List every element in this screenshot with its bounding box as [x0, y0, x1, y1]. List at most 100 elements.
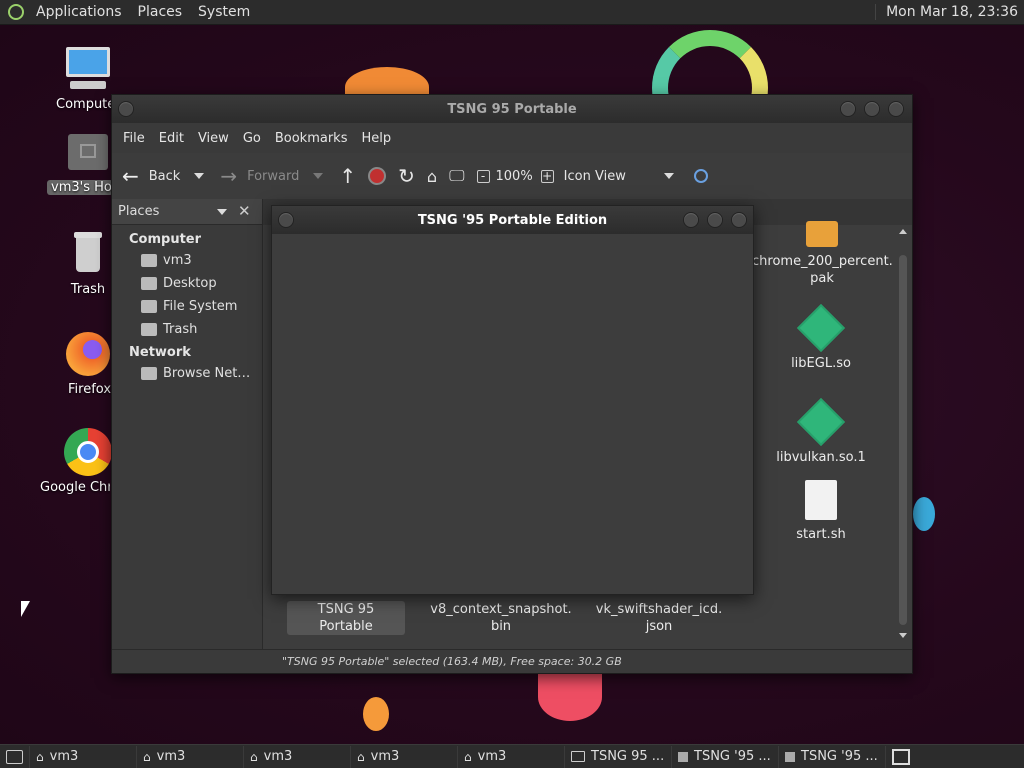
menu-view[interactable]: View [191, 131, 236, 146]
search-icon[interactable] [693, 169, 708, 183]
app-close-button[interactable] [731, 212, 747, 228]
up-arrow-icon[interactable]: ↑ [339, 164, 356, 188]
home-folder-icon: ⌂ [357, 749, 365, 764]
folder-icon [806, 221, 838, 247]
menu-edit[interactable]: Edit [152, 131, 191, 146]
home-folder-icon: ⌂ [464, 749, 472, 764]
sidebar-type-dropdown[interactable] [217, 209, 227, 215]
taskbar-item[interactable]: ⌂ vm3 [137, 745, 244, 768]
scroll-down-arrow[interactable] [899, 633, 907, 638]
back-button[interactable]: ← Back [122, 164, 180, 188]
app-window-titlebar[interactable]: TSNG '95 Portable Edition [272, 206, 753, 234]
file-item[interactable]: libEGL.so [751, 303, 891, 372]
script-icon [805, 480, 837, 520]
forward-history-dropdown[interactable] [313, 173, 324, 179]
home-folder-icon [141, 254, 157, 267]
view-mode-dropdown[interactable] [663, 173, 674, 179]
app-window-content[interactable] [272, 234, 753, 594]
trash-icon [141, 323, 157, 336]
show-desktop-button[interactable] [0, 745, 30, 768]
vertical-scrollbar[interactable] [898, 225, 908, 643]
workspace-switcher[interactable] [886, 746, 916, 768]
taskbar-item[interactable]: TSNG '95 ... [779, 745, 886, 768]
sidebar-item-trash[interactable]: Trash [112, 318, 262, 341]
app-window[interactable]: TSNG '95 Portable Edition [271, 205, 754, 595]
menu-go[interactable]: Go [236, 131, 268, 146]
home-folder-icon [64, 128, 112, 176]
trash-icon [64, 230, 112, 278]
zoom-level: 100% [495, 168, 533, 184]
places-sidebar: Places ✕ Computer vm3 Desktop File Syste… [112, 199, 263, 649]
menu-help[interactable]: Help [354, 131, 398, 146]
taskbar-item[interactable]: TSNG 95 ... [565, 745, 672, 768]
file-item[interactable]: libvulkan.so.1 [751, 397, 891, 466]
computer-icon[interactable]: 🖵 [449, 166, 464, 186]
wallpaper-pink-blob [538, 673, 602, 721]
distro-logo-icon[interactable] [8, 4, 24, 20]
top-panel: Applications Places System Mon Mar 18, 2… [0, 0, 1024, 25]
taskbar-item[interactable]: ⌂ vm3 [351, 745, 458, 768]
app-window-title: TSNG '95 Portable Edition [417, 212, 608, 228]
library-icon [796, 303, 846, 353]
taskbar-item[interactable]: TSNG '95 ... [672, 745, 779, 768]
file-item[interactable]: vk_swiftshader_icd. json [585, 601, 733, 635]
sidebar-close-icon[interactable]: ✕ [238, 202, 251, 220]
firefox-icon [64, 330, 112, 378]
close-button[interactable] [888, 101, 904, 117]
places-menu[interactable]: Places [130, 4, 191, 20]
scroll-up-arrow[interactable] [899, 229, 907, 234]
file-item-selected[interactable]: TSNG 95 Portable [287, 601, 405, 635]
status-bar: "TSNG 95 Portable" selected (163.4 MB), … [112, 649, 912, 673]
file-item[interactable]: start.sh [751, 480, 891, 543]
app-maximize-button[interactable] [707, 212, 723, 228]
home-folder-icon: ⌂ [250, 749, 258, 764]
applications-menu[interactable]: Applications [28, 4, 130, 20]
taskbar-item[interactable]: ⌂ vm3 [244, 745, 351, 768]
taskbar-item[interactable]: ⌂ vm3 [458, 745, 565, 768]
forward-button[interactable]: → Forward [220, 164, 299, 188]
sidebar-item-file-system[interactable]: File System [112, 295, 262, 318]
back-history-dropdown[interactable] [194, 173, 205, 179]
file-item[interactable]: chrome_200_percent. pak [752, 221, 893, 287]
maximize-button[interactable] [864, 101, 880, 117]
minimize-button[interactable] [840, 101, 856, 117]
scrollbar-thumb[interactable] [899, 255, 907, 625]
menu-file[interactable]: File [116, 131, 152, 146]
toolbar: ← Back → Forward ↑ ↻ ⌂ 🖵 - 100% + Icon V… [112, 153, 912, 199]
app-window-menu-button[interactable] [278, 212, 294, 228]
app-minimize-button[interactable] [683, 212, 699, 228]
library-icon [796, 397, 846, 447]
back-arrow-icon: ← [122, 164, 139, 188]
app-icon [785, 751, 795, 762]
reload-icon[interactable]: ↻ [398, 164, 415, 188]
sidebar-item-vm3[interactable]: vm3 [112, 249, 262, 272]
view-mode-select[interactable]: Icon View [564, 169, 650, 184]
sidebar-item-desktop[interactable]: Desktop [112, 272, 262, 295]
taskbar-item[interactable]: ⌂ vm3 [30, 745, 137, 768]
window-menu-button[interactable] [118, 101, 134, 117]
desktop-icon [6, 749, 23, 764]
desktop-folder-icon [141, 277, 157, 290]
computer-icon [64, 45, 112, 93]
mouse-cursor [21, 601, 30, 617]
forward-arrow-icon: → [220, 164, 238, 188]
window-titlebar[interactable]: TSNG 95 Portable [112, 95, 912, 123]
zoom-out-icon[interactable]: - [476, 169, 490, 183]
stop-icon[interactable] [368, 167, 387, 185]
sidebar-section-network: Network [129, 345, 191, 360]
clock[interactable]: Mon Mar 18, 23:36 [875, 4, 1024, 20]
sidebar-header[interactable]: Places ✕ [112, 199, 262, 225]
chrome-icon [64, 428, 112, 476]
network-icon [141, 367, 157, 380]
file-item[interactable]: v8_context_snapshot. bin [427, 601, 575, 635]
app-icon [678, 751, 688, 762]
wallpaper-blue-dot [913, 497, 935, 531]
drive-icon [141, 300, 157, 313]
home-icon[interactable]: ⌂ [427, 167, 437, 186]
menu-bookmarks[interactable]: Bookmarks [268, 131, 355, 146]
zoom-in-icon[interactable]: + [540, 169, 554, 183]
sidebar-item-browse-network[interactable]: Browse Net… [112, 362, 262, 385]
menubar: File Edit View Go Bookmarks Help [112, 123, 912, 153]
system-menu[interactable]: System [190, 4, 258, 20]
wallpaper-orange-dot [363, 697, 389, 731]
